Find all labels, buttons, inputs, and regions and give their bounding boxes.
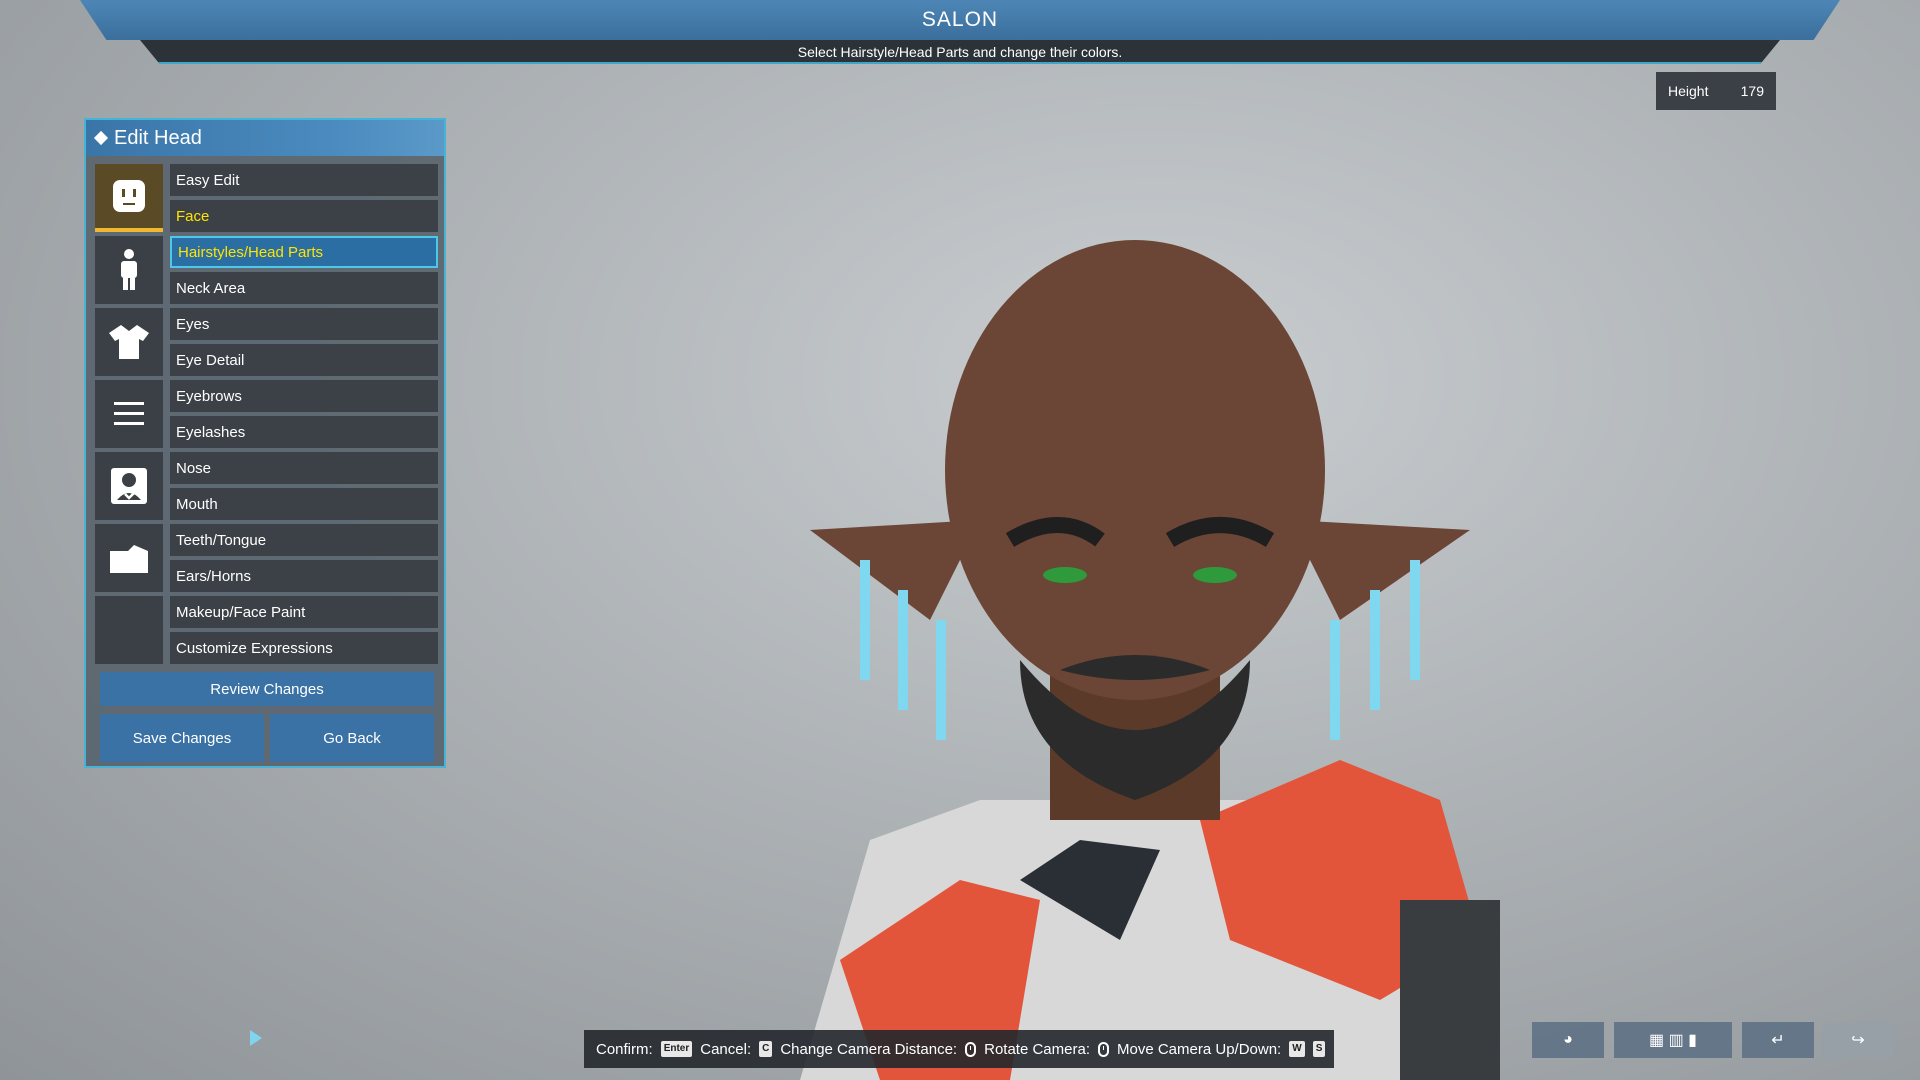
menu-item-neck-area[interactable]: Neck Area <box>170 272 438 304</box>
control-hints-bar: Confirm: Enter Cancel: C Change Camera D… <box>584 1030 1334 1068</box>
menu-item-mouth[interactable]: Mouth <box>170 488 438 520</box>
c-key-icon: C <box>759 1041 773 1057</box>
menu-item-eye-detail[interactable]: Eye Detail <box>170 344 438 376</box>
mouse-right-icon <box>1098 1041 1109 1057</box>
camera-icon: ◕ <box>1563 1031 1573 1048</box>
outfit-icon: ▦ ▥ ▮ <box>1649 1032 1697 1049</box>
cancel-label: Cancel: <box>700 1040 752 1058</box>
menu-item-makeup[interactable]: Makeup/Face Paint <box>170 596 438 628</box>
enter-key-icon: Enter <box>660 1041 693 1057</box>
height-label: Height <box>1668 83 1709 99</box>
menu-item-ears-horns[interactable]: Ears/Horns <box>170 560 438 592</box>
menu-item-nose[interactable]: Nose <box>170 452 438 484</box>
tab-head[interactable] <box>95 164 163 232</box>
character-model[interactable] <box>780 240 1500 1080</box>
w-key-icon: W <box>1289 1041 1305 1057</box>
body-icon <box>121 249 137 290</box>
menu-item-eyes[interactable]: Eyes <box>170 308 438 340</box>
screen-subtitle: Select Hairstyle/Head Parts and change t… <box>797 44 1123 60</box>
diamond-icon <box>93 130 109 146</box>
tab-outfit[interactable] <box>95 308 163 376</box>
panel-header: Edit Head <box>86 120 444 156</box>
tab-profile[interactable] <box>95 452 163 520</box>
redo-icon: ↪ <box>1851 1032 1865 1049</box>
menu-item-expressions[interactable]: Customize Expressions <box>170 632 438 664</box>
go-back-button[interactable]: Go Back <box>270 714 434 762</box>
undo-icon: ↵ <box>1771 1032 1785 1049</box>
menu-item-face[interactable]: Face <box>170 200 438 232</box>
menu-item-easy-edit[interactable]: Easy Edit <box>170 164 438 196</box>
menu-lines-icon <box>114 402 144 425</box>
camera-reset-button[interactable]: ◕ <box>1532 1022 1604 1058</box>
mouse-wheel-icon <box>965 1041 977 1057</box>
tab-empty <box>95 596 163 664</box>
head-icon <box>113 180 145 212</box>
height-value: 179 <box>1740 83 1764 99</box>
tab-folder[interactable] <box>95 524 163 592</box>
menu-item-teeth-tongue[interactable]: Teeth/Tongue <box>170 524 438 556</box>
tab-body[interactable] <box>95 236 163 304</box>
head-menu: Easy Edit Face Hairstyles/Head Parts Nec… <box>170 164 438 668</box>
rotate-camera-label: Rotate Camera: <box>984 1040 1090 1058</box>
edit-head-panel: Edit Head Easy Edit Face Hairstyles/Head… <box>84 118 446 768</box>
redo-button[interactable]: ↪ <box>1822 1022 1894 1058</box>
camera-distance-label: Change Camera Distance: <box>780 1040 958 1058</box>
menu-item-eyebrows[interactable]: Eyebrows <box>170 380 438 412</box>
outfit-toggle-button[interactable]: ▦ ▥ ▮ <box>1614 1022 1732 1058</box>
review-changes-button[interactable]: Review Changes <box>100 672 434 706</box>
save-changes-button[interactable]: Save Changes <box>100 714 264 762</box>
height-indicator: Height 179 <box>1656 72 1776 110</box>
confirm-label: Confirm: <box>596 1040 653 1058</box>
screen-title: SALON <box>921 8 999 31</box>
shirt-icon <box>109 325 149 359</box>
panel-title: Edit Head <box>114 126 202 149</box>
cursor-icon <box>250 1030 262 1046</box>
undo-button[interactable]: ↵ <box>1742 1022 1814 1058</box>
profile-check-icon <box>111 468 147 504</box>
tab-list[interactable] <box>95 380 163 448</box>
menu-item-eyelashes[interactable]: Eyelashes <box>170 416 438 448</box>
s-key-icon: S <box>1312 1041 1326 1057</box>
category-tabs <box>95 164 163 668</box>
folder-icon <box>110 545 148 573</box>
move-camera-label: Move Camera Up/Down: <box>1117 1040 1282 1058</box>
menu-item-hairstyles[interactable]: Hairstyles/Head Parts <box>170 236 438 268</box>
